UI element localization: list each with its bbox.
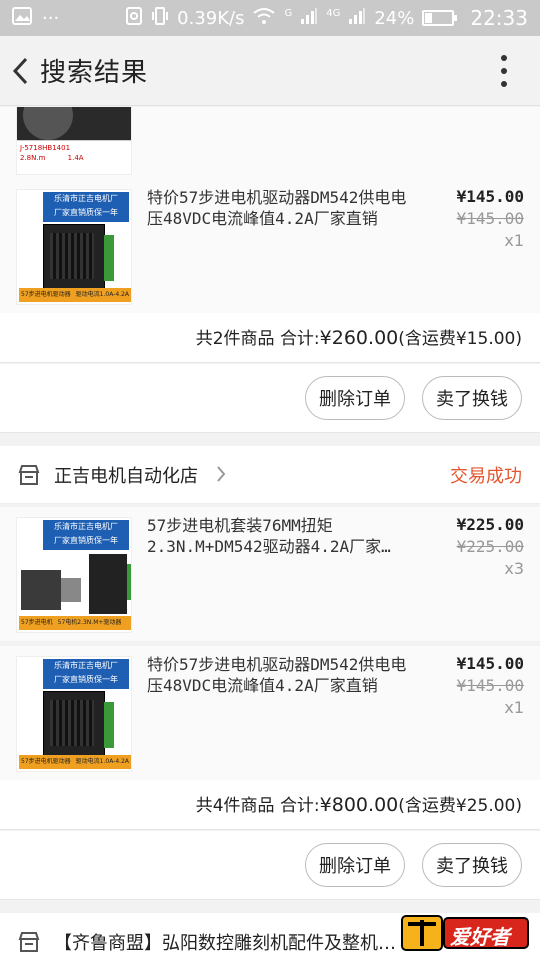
chevron-left-icon	[12, 57, 28, 84]
thumb-text: 乐清市正吉电机厂	[54, 522, 118, 531]
signal-icon-2	[348, 7, 366, 30]
product-original-price: ¥225.00	[456, 537, 524, 556]
battery-icon	[422, 10, 458, 26]
product-title: 特价57步进电机驱动器DM542供电电压48VDC电流峰值4.2A厂家直销	[147, 655, 407, 695]
chevron-right-icon	[217, 466, 226, 482]
order-list[interactable]: J-5718HB1401 2.8N.m 1.4A 乐清市正吉电机厂 厂家直销质保…	[0, 107, 540, 960]
total-label: 合计:	[279, 796, 320, 816]
thumb-text: 乐清市正吉电机厂	[54, 661, 118, 670]
product-quantity: x3	[504, 559, 524, 578]
watermark-logo: 爱好者	[400, 910, 532, 954]
shipping-fee: (含运费¥25.00)	[398, 796, 522, 816]
network-type-1: G	[284, 7, 293, 19]
list-item[interactable]: 乐清市正吉电机厂 厂家直销质保一年 57步进电机套装 57电机2.3N.M+驱动…	[0, 507, 540, 641]
item-count: 共2件商品	[195, 329, 275, 349]
sell-button[interactable]: 卖了换钱	[422, 843, 522, 887]
thumb-text: 乐清市正吉电机厂	[54, 194, 118, 203]
thumb-text: 厂家直销质保一年	[54, 675, 118, 684]
wifi-icon	[252, 7, 276, 30]
delete-order-button[interactable]: 删除订单	[305, 843, 405, 887]
thumb-text: 57步进电机套装	[21, 619, 53, 626]
clock: 22:33	[470, 6, 528, 30]
order-status: 交易成功	[450, 466, 522, 487]
order-summary: 共2件商品 合计:¥260.00(含运费¥15.00)	[0, 313, 540, 363]
product-price: ¥145.00	[456, 654, 524, 673]
product-thumbnail: 乐清市正吉电机厂 厂家直销质保一年 57步进电机驱动器 驱动电流1.0A-4.2…	[16, 656, 132, 772]
product-title: 57步进电机套装76MM扭矩2.3N.M+DM542驱动器4.2A厂家…	[147, 516, 391, 556]
nfc-icon	[125, 6, 143, 31]
more-dot-icon	[501, 54, 507, 61]
more-dot-icon	[501, 80, 507, 87]
back-button[interactable]	[2, 36, 38, 106]
page-title: 搜索结果	[40, 58, 149, 88]
status-bar: ··· 0.39K/s G 4G 24% 22:33	[0, 0, 540, 36]
product-thumbnail: J-5718HB1401 2.8N.m 1.4A	[16, 107, 132, 175]
list-item[interactable]: 乐清市正吉电机厂 厂家直销质保一年 57步进电机驱动器 驱动电流1.0A-4.2…	[0, 646, 540, 780]
product-quantity: x1	[504, 698, 524, 717]
thumb-text: 厂家直销质保一年	[54, 536, 118, 545]
image-notification-icon	[12, 6, 32, 30]
thumb-text: 驱动电流1.0A-4.2A	[75, 758, 129, 765]
order-total: ¥260.00	[319, 327, 399, 349]
more-options-button[interactable]	[484, 36, 524, 106]
order-total: ¥800.00	[319, 794, 399, 816]
product-price: ¥225.00	[456, 515, 524, 534]
shop-name[interactable]: 正吉电机自动化店	[54, 462, 198, 488]
total-label: 合计:	[279, 329, 320, 349]
thumb-text: 驱动电流1.0A-4.2A	[75, 291, 129, 298]
network-speed: 0.39K/s	[177, 7, 245, 29]
store-icon	[18, 465, 40, 485]
store-icon	[18, 932, 40, 952]
product-quantity: x1	[504, 231, 524, 250]
delete-order-button[interactable]: 删除订单	[305, 376, 405, 420]
thumb-text: 2.8N.m	[20, 154, 46, 162]
thumb-text: 57电机2.3N.M+驱动器DM542	[57, 619, 122, 626]
product-price: ¥145.00	[456, 187, 524, 206]
order-actions: 删除订单 卖了换钱	[0, 364, 540, 432]
thumb-text: 厂家直销质保一年	[54, 208, 118, 217]
watermark-brand: 爱好者	[450, 925, 510, 949]
product-title: 特价57步进电机驱动器DM542供电电压48VDC电流峰值4.2A厂家直销	[147, 188, 407, 228]
vibrate-icon	[151, 6, 169, 31]
shop-name[interactable]: 【齐鲁商盟】弘阳数控雕刻机配件及整机…	[54, 929, 404, 955]
item-count: 共4件商品	[195, 796, 275, 816]
thumb-text: 1.4A	[67, 154, 84, 162]
thumb-text: 57步进电机驱动器	[21, 758, 71, 765]
battery-percent: 24%	[374, 7, 415, 29]
sell-button[interactable]: 卖了换钱	[422, 376, 522, 420]
divider	[0, 432, 540, 446]
thumb-text: 57步进电机驱动器	[21, 291, 71, 298]
app-bar: 搜索结果	[0, 36, 540, 106]
product-thumbnail: 乐清市正吉电机厂 厂家直销质保一年 57步进电机套装 57电机2.3N.M+驱动…	[16, 517, 132, 633]
thumb-text: J-5718HB1401	[20, 144, 71, 152]
more-dot-icon	[501, 67, 507, 74]
product-thumbnail: 乐清市正吉电机厂 厂家直销质保一年 57步进电机驱动器 驱动电流1.0A-4.2…	[16, 189, 132, 305]
network-type-2: 4G	[326, 7, 341, 19]
order-summary: 共4件商品 合计:¥800.00(含运费¥25.00)	[0, 780, 540, 830]
order-actions: 删除订单 卖了换钱	[0, 831, 540, 899]
signal-icon-1	[300, 7, 318, 30]
product-original-price: ¥145.00	[456, 209, 524, 228]
product-original-price: ¥145.00	[456, 676, 524, 695]
shop-header[interactable]: 正吉电机自动化店 交易成功	[0, 446, 540, 504]
list-item[interactable]: 乐清市正吉电机厂 厂家直销质保一年 57步进电机驱动器 驱动电流1.0A-4.2…	[0, 179, 540, 313]
more-notifications-icon: ···	[42, 7, 60, 29]
list-item[interactable]: J-5718HB1401 2.8N.m 1.4A	[0, 107, 540, 183]
shipping-fee: (含运费¥15.00)	[398, 329, 522, 349]
